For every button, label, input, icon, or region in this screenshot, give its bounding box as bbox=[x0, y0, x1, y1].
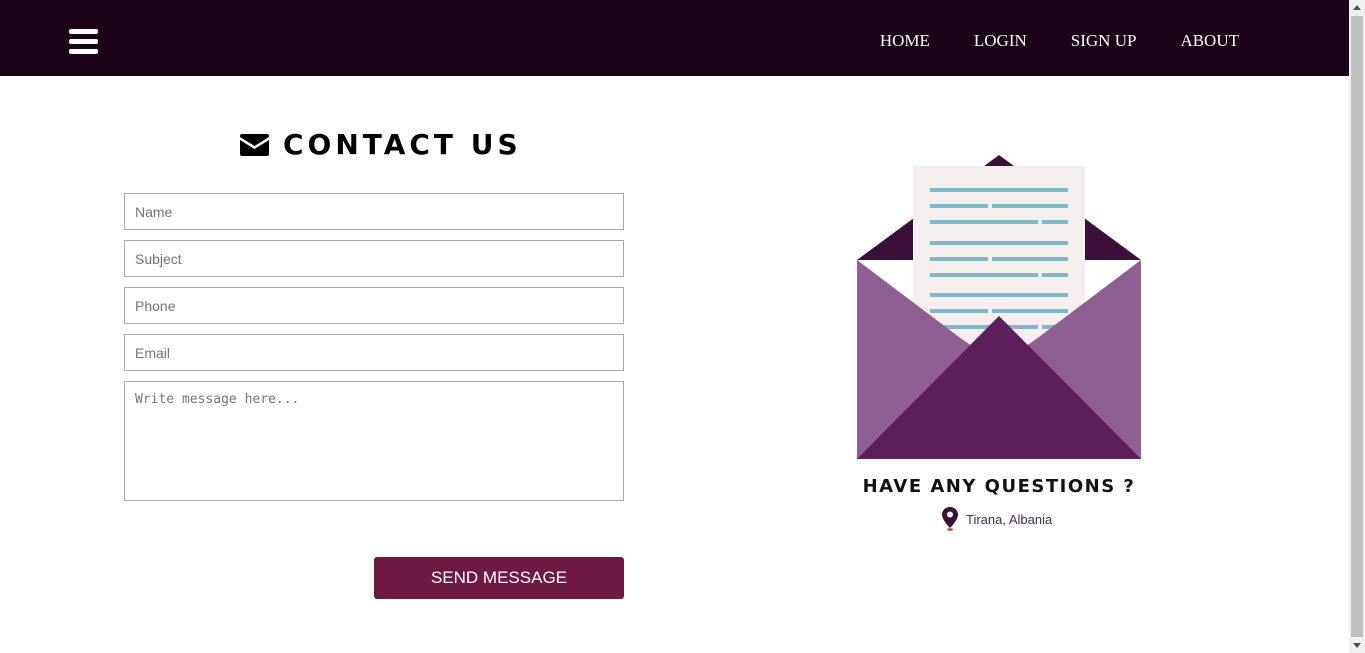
nav-link-login[interactable]: LOGIN bbox=[974, 31, 1027, 51]
map-pin-icon bbox=[942, 507, 958, 531]
location-row: Tirana, Albania bbox=[942, 507, 1052, 531]
location-text: Tirana, Albania bbox=[966, 511, 1053, 527]
message-textarea[interactable] bbox=[124, 381, 624, 501]
questions-heading: HAVE ANY QUESTIONS ? bbox=[862, 476, 1136, 497]
nav-link-sign-up[interactable]: SIGN UP bbox=[1071, 31, 1137, 51]
nav-links: HOME LOGIN SIGN UP ABOUT bbox=[880, 31, 1239, 51]
phone-input[interactable] bbox=[124, 287, 624, 324]
scroll-down-icon[interactable] bbox=[1353, 643, 1361, 648]
vertical-scrollbar[interactable] bbox=[1349, 0, 1365, 653]
envelope-letter-illustration bbox=[857, 155, 1141, 459]
subject-input[interactable] bbox=[124, 240, 624, 277]
hamburger-menu-icon[interactable] bbox=[69, 29, 98, 54]
nav-link-about[interactable]: ABOUT bbox=[1180, 31, 1239, 51]
nav-link-home[interactable]: HOME bbox=[880, 31, 930, 51]
scrollbar-thumb[interactable] bbox=[1351, 16, 1363, 637]
contact-title: CONTACT US bbox=[283, 128, 522, 161]
send-message-button[interactable]: SEND MESSAGE bbox=[374, 557, 624, 599]
name-input[interactable] bbox=[124, 193, 624, 230]
envelope-icon bbox=[240, 133, 269, 156]
scroll-up-icon[interactable] bbox=[1353, 5, 1361, 10]
email-input[interactable] bbox=[124, 334, 624, 371]
contact-heading: CONTACT US bbox=[240, 128, 522, 161]
top-navbar: HOME LOGIN SIGN UP ABOUT bbox=[0, 0, 1349, 76]
